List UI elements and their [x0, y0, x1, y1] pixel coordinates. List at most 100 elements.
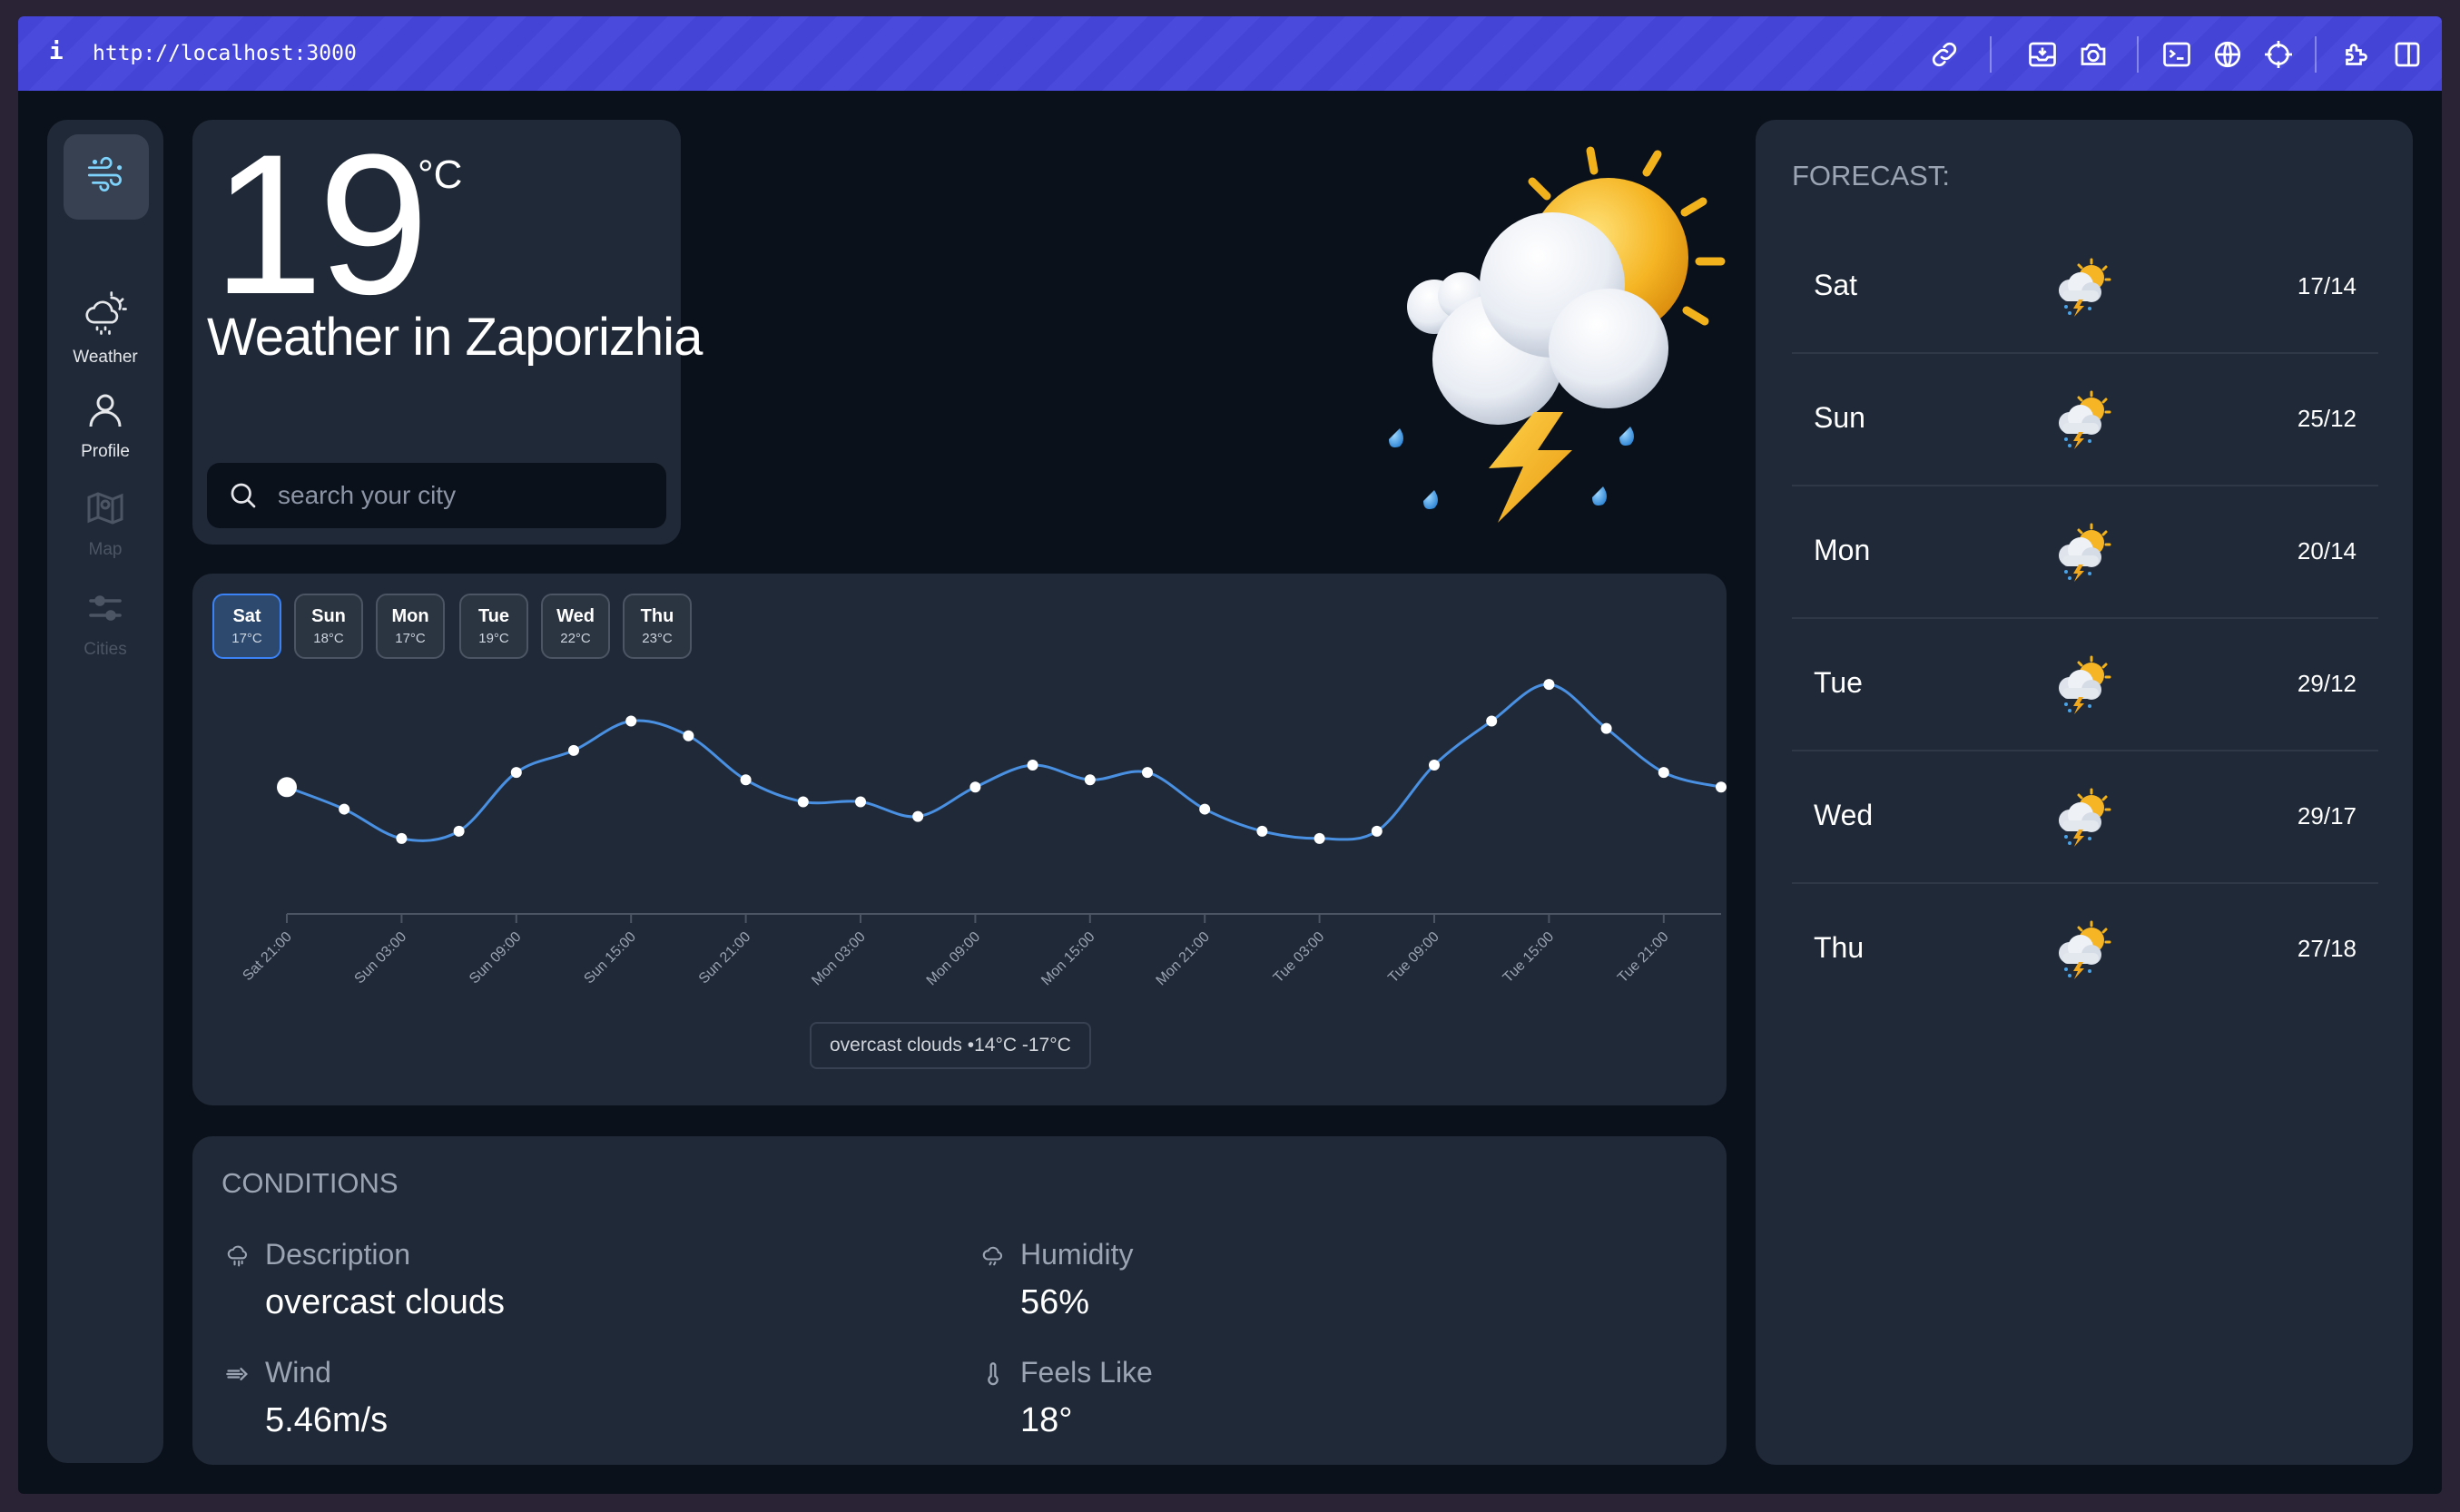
x-tick-label: Mon 15:00 — [1038, 929, 1098, 989]
data-point[interactable] — [1256, 825, 1268, 837]
x-tick-label: Sun 21:00 — [696, 929, 754, 987]
sidebar-item-label: Map — [88, 540, 123, 559]
sidebar-item-map[interactable]: Map — [47, 486, 163, 560]
data-point[interactable] — [453, 825, 465, 837]
toolbar-divider — [1990, 36, 1992, 73]
hourly-chart-card: Sat 17°C Sun 18°C Mon 17°C Tue 19°C Wed … — [192, 574, 1727, 1105]
data-point[interactable] — [1543, 679, 1555, 691]
cloud-sun-icon — [81, 289, 130, 342]
wind-label: Wind — [265, 1356, 331, 1389]
city-title: Weather in Zaporizhia — [207, 308, 703, 367]
info-icon[interactable]: i — [49, 38, 64, 65]
data-point[interactable] — [855, 796, 866, 808]
user-icon — [84, 388, 127, 437]
description-label: Description — [265, 1238, 411, 1271]
sidebar-item-profile[interactable]: Profile — [47, 388, 163, 462]
forecast-row[interactable]: Tue 29/12 — [1792, 619, 2378, 751]
x-tick-label: Sun 03:00 — [352, 929, 410, 987]
feels-like-label: Feels Like — [1020, 1356, 1153, 1389]
sidebar-item-weather[interactable]: Weather — [47, 289, 163, 368]
data-point[interactable] — [1027, 760, 1038, 771]
data-point[interactable] — [510, 767, 522, 779]
data-point[interactable] — [797, 796, 809, 808]
extensions-icon[interactable] — [2340, 38, 2373, 71]
x-tick-label: Mon 03:00 — [809, 929, 869, 989]
humidity-value: 56% — [1020, 1283, 1090, 1321]
camera-icon[interactable] — [2077, 38, 2110, 71]
globe-icon[interactable] — [2211, 38, 2244, 71]
data-point[interactable] — [277, 777, 297, 798]
split-view-icon[interactable] — [2391, 38, 2424, 71]
x-tick-label: Tue 09:00 — [1385, 929, 1442, 987]
feels-like-value: 18° — [1020, 1401, 1073, 1439]
sliders-icon — [84, 586, 127, 634]
forecast-temps: 29/17 — [2297, 802, 2357, 830]
data-point[interactable] — [1142, 767, 1153, 779]
forecast-temps: 29/12 — [2297, 670, 2357, 697]
logo-button[interactable] — [64, 134, 149, 220]
forecast-row[interactable]: Sun 25/12 — [1792, 354, 2378, 486]
thunderstorm-sun-icon — [1362, 123, 1743, 532]
forecast-temps: 27/18 — [2297, 935, 2357, 962]
temperature-series-line — [286, 682, 1722, 842]
thunderstorm-sun-icon — [2050, 918, 2113, 982]
data-point[interactable] — [683, 730, 694, 741]
wind-value: 5.46m/s — [265, 1401, 389, 1439]
forecast-row[interactable]: Thu 27/18 — [1792, 884, 2378, 1016]
data-point[interactable] — [1658, 767, 1669, 779]
conditions-card: CONDITIONS Description overcast clouds H… — [192, 1136, 1727, 1465]
address-bar[interactable]: http://localhost:3000 — [93, 42, 357, 65]
forecast-title: FORECAST: — [1792, 160, 1950, 191]
forecast-day: Wed — [1814, 799, 1874, 831]
data-point[interactable] — [1371, 825, 1383, 837]
data-point[interactable] — [396, 832, 408, 844]
data-point[interactable] — [1600, 722, 1612, 734]
forecast-day: Mon — [1814, 534, 1871, 566]
thunderstorm-sun-icon — [2050, 388, 2113, 452]
wind-icon — [84, 152, 129, 202]
x-tick-label: Sun 15:00 — [581, 929, 639, 987]
forecast-day: Sun — [1814, 401, 1865, 434]
data-point[interactable] — [1199, 803, 1211, 815]
search-box — [207, 463, 666, 528]
data-point[interactable] — [339, 803, 350, 815]
x-tick-label: Tue 15:00 — [1501, 929, 1558, 987]
cloud-rain-icon — [225, 1243, 251, 1269]
forecast-day: Sat — [1814, 269, 1858, 301]
x-tick-label: Mon 21:00 — [1154, 929, 1214, 989]
forecast-temps: 25/12 — [2297, 405, 2357, 432]
search-icon — [227, 479, 260, 516]
conditions-title: CONDITIONS — [221, 1167, 399, 1199]
data-point[interactable] — [1486, 715, 1498, 727]
data-point[interactable] — [1429, 760, 1440, 771]
forecast-day: Tue — [1814, 666, 1863, 699]
forecast-row[interactable]: Mon 20/14 — [1792, 486, 2378, 619]
inbox-tray-icon[interactable] — [2026, 38, 2059, 71]
data-point[interactable] — [912, 810, 924, 822]
data-point[interactable] — [568, 744, 579, 756]
sidebar: Weather Profile Map Cities — [47, 120, 163, 1463]
terminal-icon[interactable] — [2160, 38, 2193, 71]
data-point[interactable] — [740, 774, 752, 786]
sidebar-item-label: Profile — [81, 442, 130, 461]
sidebar-item-cities[interactable]: Cities — [47, 586, 163, 660]
current-temperature: 19 — [212, 113, 429, 336]
search-input[interactable] — [278, 463, 650, 528]
chart-tooltip: overcast clouds •14°C -17°C — [810, 1022, 1091, 1069]
forecast-row[interactable]: Sat 17/14 — [1792, 221, 2378, 354]
current-weather-card: 19 °C Weather in Zaporizhia — [192, 113, 703, 545]
data-point[interactable] — [625, 715, 637, 727]
humidity-label: Humidity — [1020, 1238, 1134, 1271]
thermometer-icon — [980, 1361, 1006, 1387]
forecast-day: Thu — [1814, 931, 1865, 964]
data-point[interactable] — [969, 781, 981, 793]
thunderstorm-sun-icon — [2050, 653, 2113, 717]
wind-arrow-icon — [225, 1361, 251, 1387]
forecast-row[interactable]: Wed 29/17 — [1792, 751, 2378, 884]
link-icon[interactable] — [1928, 38, 1961, 71]
data-point[interactable] — [1314, 832, 1325, 844]
x-tick-label: Tue 21:00 — [1615, 929, 1672, 987]
data-point[interactable] — [1084, 774, 1096, 786]
data-point[interactable] — [1716, 781, 1727, 793]
crosshair-icon[interactable] — [2262, 38, 2295, 71]
